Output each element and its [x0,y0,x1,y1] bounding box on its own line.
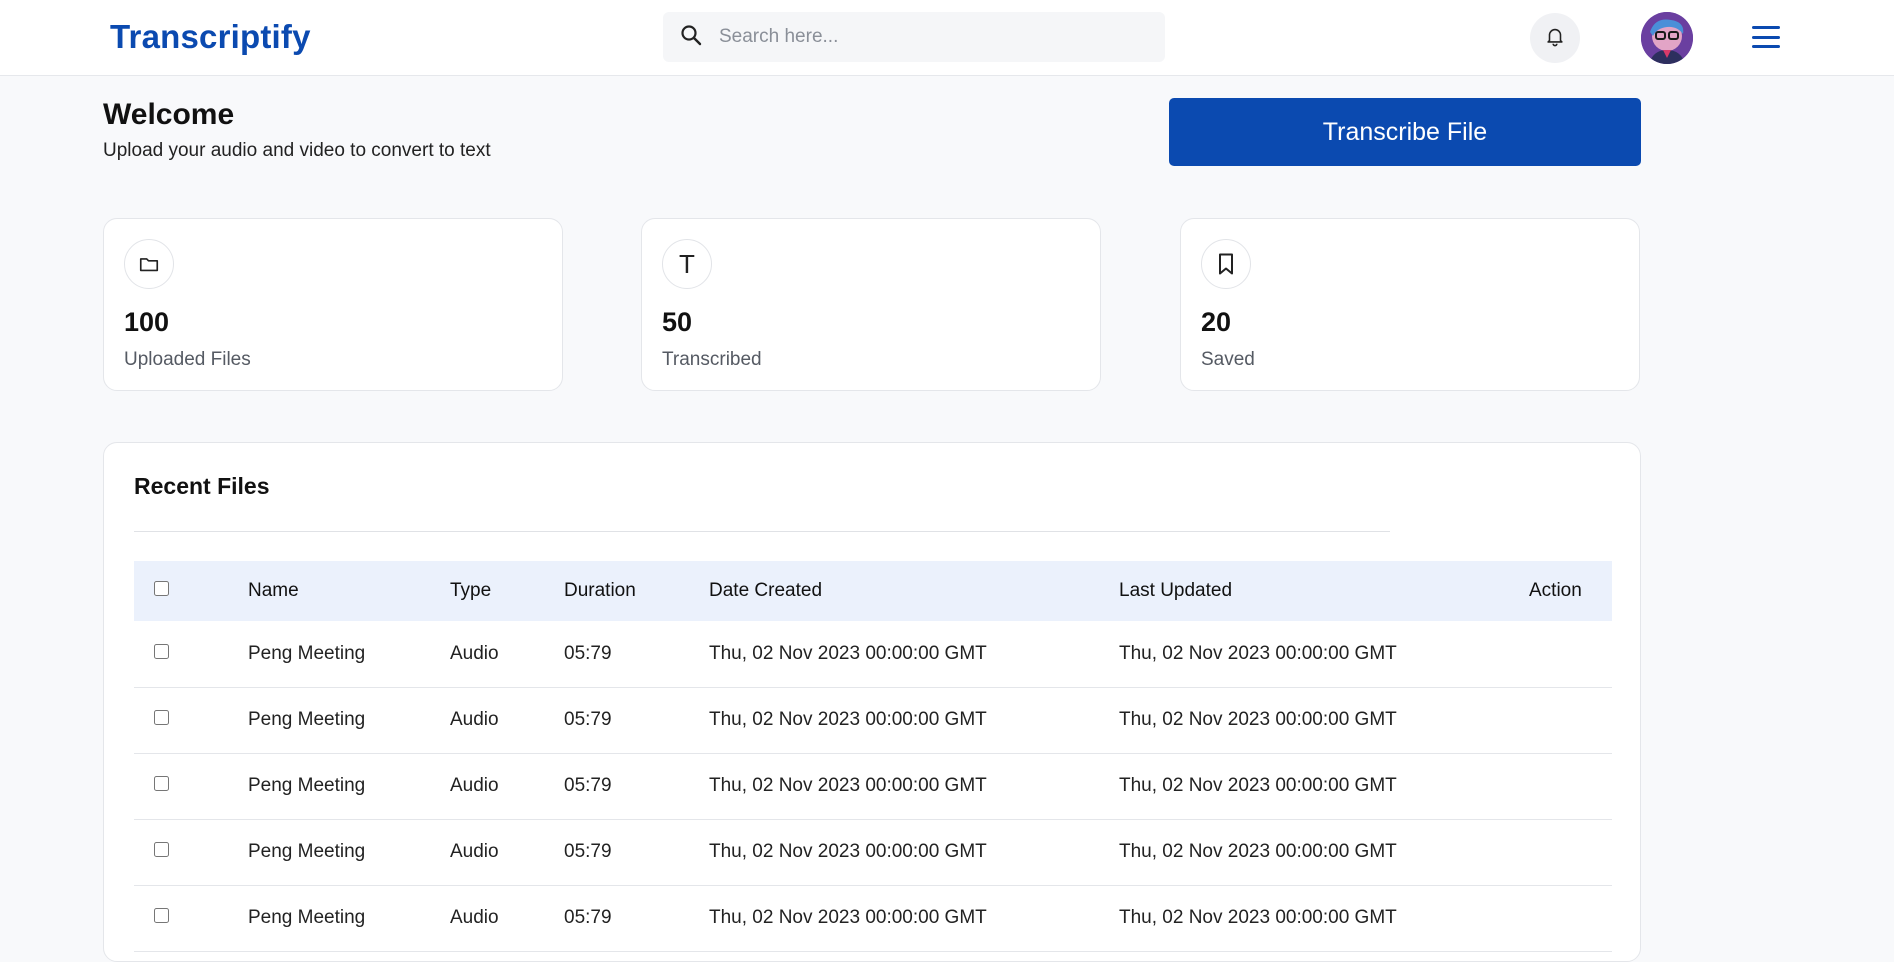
file-duration: 05:79 [564,642,612,664]
file-name[interactable]: Peng Meeting [248,753,450,819]
row-action-cell[interactable] [1529,819,1612,885]
file-type: Audio [450,775,499,796]
table-row[interactable]: Peng Meeting Audio 05:79 Thu, 02 Nov 202… [134,687,1612,753]
file-date-created: Thu, 02 Nov 2023 00:00:00 GMT [709,841,987,862]
column-header-action: Action [1529,580,1582,601]
user-avatar[interactable] [1641,12,1693,64]
column-header-type[interactable]: Type [450,561,564,621]
row-action-cell[interactable] [1529,753,1612,819]
file-date-created: Thu, 02 Nov 2023 00:00:00 GMT [709,709,987,730]
row-action-cell[interactable] [1529,687,1612,753]
row-checkbox[interactable] [154,710,169,725]
row-checkbox[interactable] [154,908,169,923]
column-header-date-created[interactable]: Date Created [709,561,1119,621]
file-duration: 05:79 [564,841,612,862]
stat-card-transcribed[interactable]: T 50 Transcribed [641,218,1101,391]
brand-logo[interactable]: Transcriptify [110,18,311,56]
recent-files-title: Recent Files [134,473,270,499]
folder-icon [124,239,174,289]
column-header-last-updated[interactable]: Last Updated [1119,561,1529,621]
file-duration: 05:79 [564,775,612,796]
row-checkbox[interactable] [154,776,169,791]
file-name[interactable]: Peng Meeting [248,819,450,885]
file-type: Audio [450,709,499,730]
recent-files-table: Name Type Duration Date Created Last Upd… [134,561,1612,952]
file-type: Audio [450,907,499,928]
table-row[interactable]: Peng Meeting Audio 05:79 Thu, 02 Nov 202… [134,621,1612,687]
search-input[interactable] [717,25,1141,49]
file-last-updated: Thu, 02 Nov 2023 00:00:00 GMT [1119,841,1397,862]
stat-label: Transcribed [662,349,762,370]
top-bar: Transcriptify [0,0,1894,76]
stat-card-uploaded[interactable]: 100 Uploaded Files [103,218,563,391]
row-action-cell[interactable] [1529,621,1612,687]
file-name[interactable]: Peng Meeting [248,687,450,753]
file-type: Audio [450,841,499,862]
search-bar[interactable] [663,12,1165,62]
file-duration: 05:79 [564,709,612,730]
recent-files-panel: Recent Files Name Type Duration Date Cre… [103,442,1641,962]
file-date-created: Thu, 02 Nov 2023 00:00:00 GMT [709,907,987,928]
stat-label: Uploaded Files [124,349,251,370]
file-date-created: Thu, 02 Nov 2023 00:00:00 GMT [709,775,987,796]
table-row[interactable]: Peng Meeting Audio 05:79 Thu, 02 Nov 202… [134,885,1612,951]
transcribe-file-button[interactable]: Transcribe File [1169,98,1641,166]
stat-card-saved[interactable]: 20 Saved [1180,218,1640,391]
stat-value: 100 [124,307,170,337]
column-header-name[interactable]: Name [248,561,450,621]
divider [134,531,1390,532]
table-row[interactable]: Peng Meeting Audio 05:79 Thu, 02 Nov 202… [134,819,1612,885]
notifications-button[interactable] [1530,13,1580,63]
row-checkbox[interactable] [154,643,169,659]
file-date-created: Thu, 02 Nov 2023 00:00:00 GMT [709,642,987,664]
row-action-cell[interactable] [1529,885,1612,951]
select-all-checkbox[interactable] [154,581,169,596]
bell-icon [1544,25,1566,52]
column-header-duration[interactable]: Duration [564,561,709,621]
file-last-updated: Thu, 02 Nov 2023 00:00:00 GMT [1119,642,1397,664]
file-name[interactable]: Peng Meeting [248,621,450,687]
bookmark-icon [1201,239,1251,289]
stat-value: 50 [662,307,693,337]
stat-value: 20 [1201,307,1232,337]
stat-label: Saved [1201,349,1255,370]
hamburger-menu-icon[interactable] [1752,26,1780,48]
file-type: Audio [450,642,499,664]
file-last-updated: Thu, 02 Nov 2023 00:00:00 GMT [1119,709,1397,730]
file-last-updated: Thu, 02 Nov 2023 00:00:00 GMT [1119,775,1397,796]
file-last-updated: Thu, 02 Nov 2023 00:00:00 GMT [1119,907,1397,928]
text-t-icon: T [662,239,712,289]
table-header-row: Name Type Duration Date Created Last Upd… [134,561,1612,621]
table-row[interactable]: Peng Meeting Audio 05:79 Thu, 02 Nov 202… [134,753,1612,819]
page-title: Welcome [103,98,235,131]
search-icon [679,23,703,52]
file-name[interactable]: Peng Meeting [248,885,450,951]
page-subtitle: Upload your audio and video to convert t… [103,140,491,161]
row-checkbox[interactable] [154,842,169,857]
file-duration: 05:79 [564,907,612,928]
